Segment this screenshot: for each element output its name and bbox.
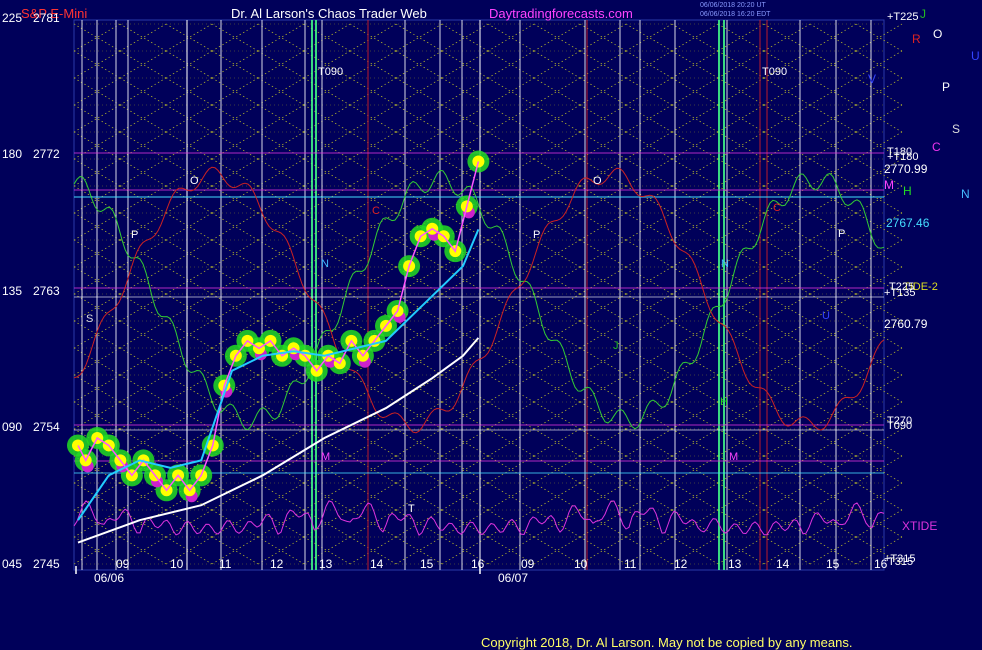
right-label-t315: +T315 <box>884 553 916 565</box>
plot-annotation-n: N <box>721 258 729 270</box>
time-tick-label: 09 <box>116 557 130 571</box>
right-label-v: V <box>868 72 876 86</box>
plot-annotation-m: M <box>729 451 738 463</box>
left-angle-label: 180 <box>2 147 22 161</box>
plot-annotation-c: C <box>773 202 781 214</box>
time-tick-label: 14 <box>370 557 384 571</box>
time-tick-label: 12 <box>674 557 688 571</box>
price-level-label: 2760.79 <box>884 317 928 331</box>
right-label-p: P <box>942 80 950 94</box>
chart-title: Dr. Al Larson's Chaos Trader Web <box>231 6 427 21</box>
left-price-label: 2754 <box>33 420 60 434</box>
time-tick-label: 09 <box>521 557 535 571</box>
left-angle-label: 045 <box>2 557 22 571</box>
site-link[interactable]: Daytradingforecasts.com <box>489 6 633 21</box>
plot-annotation-h: H <box>720 396 728 408</box>
time-tick-label: 13 <box>319 557 333 571</box>
time-tick-label: 16 <box>471 557 485 571</box>
plot-annotation-t: T <box>408 503 415 515</box>
right-label-n: N <box>961 187 970 201</box>
plot-annotation-m: M <box>321 451 330 463</box>
time-tick-label: 15 <box>420 557 434 571</box>
right-label-o: O <box>933 27 942 41</box>
chaos-trader-chart: S&P E-Mini Dr. Al Larson's Chaos Trader … <box>0 0 982 650</box>
left-angle-label: 135 <box>2 284 22 298</box>
right-label-t225: +T225 <box>887 11 919 23</box>
time-tick-label: 10 <box>574 557 588 571</box>
right-label-h: H <box>903 184 912 198</box>
right-label-r: R <box>912 32 921 46</box>
timestamp-edt: 06/06/2018 16:20 EDT <box>700 11 771 18</box>
right-label-t225: T225 <box>889 281 914 293</box>
right-label-u: U <box>971 49 980 63</box>
plot-annotation-c: C <box>372 205 380 217</box>
time-tick-label: 10 <box>170 557 184 571</box>
timestamp-utc: 06/06/2018 20:20 UT <box>700 2 766 9</box>
right-label-c: C <box>932 140 941 154</box>
time-tick-label: 13 <box>728 557 742 571</box>
left-price-label: 2781 <box>33 11 60 25</box>
plot-annotation-p: P <box>131 229 138 241</box>
left-price-label: 2763 <box>33 284 60 298</box>
left-price-label: 2745 <box>33 557 60 571</box>
date-label: 06/06 <box>94 571 124 585</box>
time-tick-label: 11 <box>219 557 232 571</box>
plot-annotation-s: S <box>86 313 93 325</box>
plot-annotation-u: U <box>822 310 830 322</box>
right-label-j: J <box>920 7 926 21</box>
plot-annotation-p: P <box>838 228 845 240</box>
right-label-s: S <box>952 122 960 136</box>
plot-annotation-j: J <box>613 340 619 352</box>
copyright: Copyright 2018, Dr. Al Larson. May not b… <box>481 635 852 650</box>
left-price-label: 2772 <box>33 147 60 161</box>
time-tick-label: 15 <box>826 557 840 571</box>
plot-annotation-n: N <box>321 258 329 270</box>
plot-annotation-t090: T090 <box>318 66 343 78</box>
left-angle-label: 090 <box>2 420 22 434</box>
chart-background <box>0 0 982 650</box>
time-tick-label: 11 <box>624 557 637 571</box>
right-label-xtide: XTIDE <box>902 519 937 533</box>
price-level-label: 2767.46 <box>886 216 930 230</box>
plot-annotation-o: O <box>593 175 602 187</box>
plot-annotation-t090: T090 <box>762 66 787 78</box>
time-tick-label: 12 <box>270 557 284 571</box>
date-label: 06/07 <box>498 571 528 585</box>
plot-annotation-o: O <box>190 175 199 187</box>
plot-annotation-p: P <box>533 229 540 241</box>
price-level-label: 2770.99 <box>884 162 928 176</box>
time-tick-label: 14 <box>776 557 790 571</box>
right-label-t270: T270 <box>887 415 912 427</box>
right-label-m: M <box>884 178 894 192</box>
left-angle-label: 225 <box>2 11 22 25</box>
